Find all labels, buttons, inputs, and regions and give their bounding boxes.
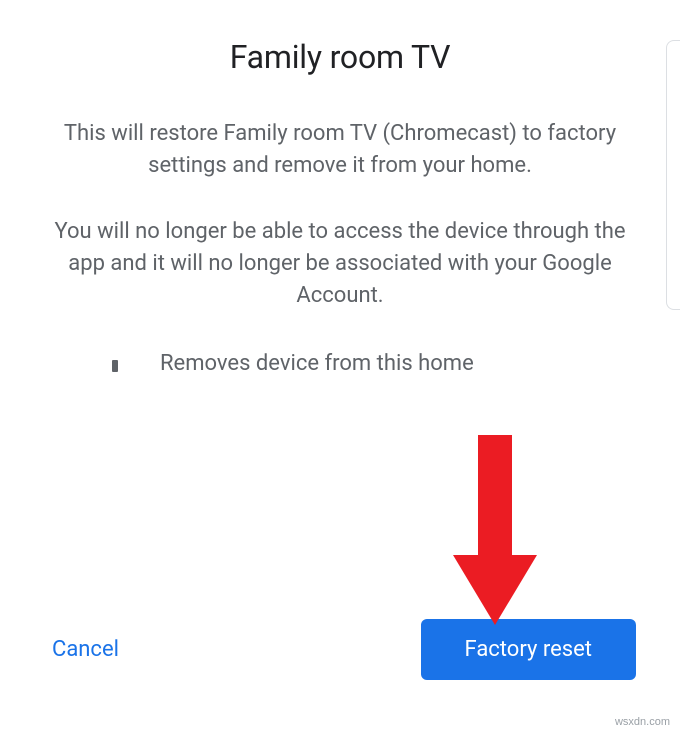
home-icon: [100, 354, 124, 374]
factory-reset-dialog: Family room TV This will restore Family …: [0, 0, 680, 732]
scrollbar-edge: [666, 40, 680, 310]
dialog-paragraph-access: You will no longer be able to access the…: [40, 216, 640, 312]
dialog-title: Family room TV: [40, 38, 640, 76]
factory-reset-button[interactable]: Factory reset: [421, 619, 636, 680]
removes-label: Removes device from this home: [160, 351, 474, 376]
dialog-button-row: Cancel Factory reset: [40, 619, 640, 692]
cancel-button[interactable]: Cancel: [44, 627, 127, 672]
watermark: wsxdn.com: [615, 716, 670, 728]
removes-row: Removes device from this home: [40, 351, 640, 376]
dialog-paragraph-restore: This will restore Family room TV (Chrome…: [40, 118, 640, 182]
spacer: [40, 376, 640, 619]
